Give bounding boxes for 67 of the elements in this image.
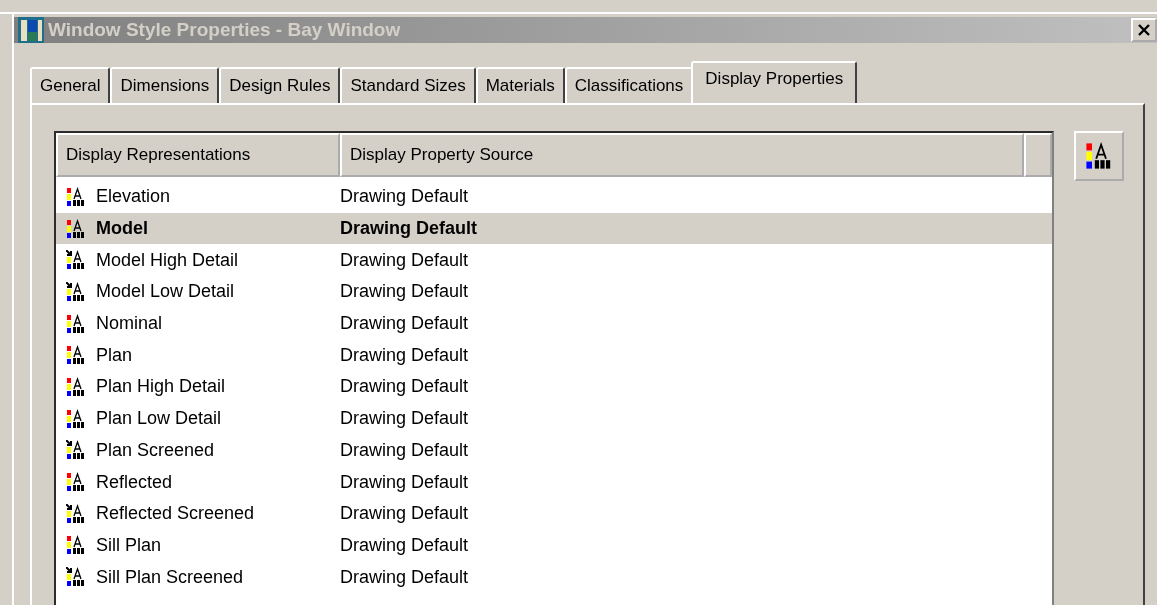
close-button[interactable]: [1131, 18, 1157, 42]
list-row[interactable]: Reflected Screened Drawing Default: [56, 497, 1052, 530]
tab[interactable]: Design Rules: [219, 67, 341, 103]
property-source: Drawing Default: [340, 503, 469, 525]
tab[interactable]: Standard Sizes: [340, 67, 476, 103]
representation-name: Plan Low Detail: [96, 408, 222, 430]
list-row[interactable]: Elevation Drawing Default: [56, 181, 1052, 213]
arrow-display-icon: [66, 567, 86, 588]
property-source: Drawing Default: [340, 344, 469, 366]
arrow-display-icon: [66, 281, 86, 302]
display-properties-button[interactable]: [1074, 131, 1124, 181]
property-source: Drawing Default: [340, 249, 469, 271]
tab[interactable]: Dimensions: [110, 67, 220, 103]
display-icon: [66, 313, 86, 334]
column-header[interactable]: Display Property Source: [340, 133, 1024, 177]
display-icon: [66, 218, 86, 239]
property-source: Drawing Default: [340, 376, 469, 398]
display-icon: [66, 186, 86, 207]
representation-name: Nominal: [96, 313, 163, 335]
list-row[interactable]: Plan Screened Drawing Default: [56, 434, 1052, 467]
display-icon: [66, 535, 86, 556]
property-source: Drawing Default: [340, 566, 469, 588]
property-source: Drawing Default: [340, 408, 469, 430]
representation-name: Model Low Detail: [96, 281, 235, 303]
list-row[interactable]: Model High Detail Drawing Default: [56, 244, 1052, 277]
list-row[interactable]: Plan High Detail Drawing Default: [56, 371, 1052, 403]
arrow-display-icon: [66, 503, 86, 524]
list-row[interactable]: Model Drawing Default: [56, 212, 1052, 245]
column-header[interactable]: Display Representations: [56, 133, 340, 177]
representation-name: Elevation: [96, 186, 171, 208]
property-source: Drawing Default: [340, 471, 469, 493]
representation-name: Sill Plan: [96, 534, 162, 556]
property-source: Drawing Default: [340, 534, 469, 556]
representation-name: Plan Screened: [96, 439, 215, 461]
tab[interactable]: Display Properties: [691, 61, 858, 103]
list-row[interactable]: Plan Low Detail Drawing Default: [56, 402, 1052, 435]
list-row[interactable]: Nominal Drawing Default: [56, 307, 1052, 340]
display-icon: [66, 472, 86, 493]
window-title: Window Style Properties - Bay Window: [48, 19, 402, 41]
property-source: Drawing Default: [340, 281, 469, 303]
list-row[interactable]: Plan Drawing Default: [56, 339, 1052, 372]
representation-name: Sill Plan Screened: [96, 566, 244, 588]
property-source: Drawing Default: [340, 313, 469, 335]
tab[interactable]: General: [30, 67, 111, 103]
representation-name: Plan High Detail: [96, 376, 226, 398]
list-row[interactable]: Model Low Detail Drawing Default: [56, 276, 1052, 308]
display-icon: [66, 345, 86, 366]
display-icon: [66, 408, 86, 429]
display-icon: [1085, 142, 1113, 170]
list-row[interactable]: Sill Plan Drawing Default: [56, 529, 1052, 562]
arrow-display-icon: [66, 440, 86, 461]
representation-name: Model High Detail: [96, 249, 239, 271]
representation-name: Model: [96, 218, 148, 240]
display-icon: [66, 376, 86, 397]
representation-name: Plan: [96, 344, 133, 366]
property-source: Drawing Default: [340, 439, 469, 461]
tab[interactable]: Classifications: [564, 67, 694, 103]
list-row[interactable]: Reflected Drawing Default: [56, 466, 1052, 498]
property-source: Drawing Default: [340, 186, 469, 208]
representation-name: Reflected Screened: [96, 503, 255, 525]
close-icon: [1137, 23, 1151, 37]
window-icon: [18, 17, 44, 43]
list-row[interactable]: Sill Plan Screened Drawing Default: [56, 561, 1052, 593]
tab[interactable]: Materials: [475, 67, 565, 103]
representation-name: Reflected: [96, 471, 173, 493]
property-source: Drawing Default: [340, 218, 477, 240]
arrow-display-icon: [66, 250, 86, 271]
